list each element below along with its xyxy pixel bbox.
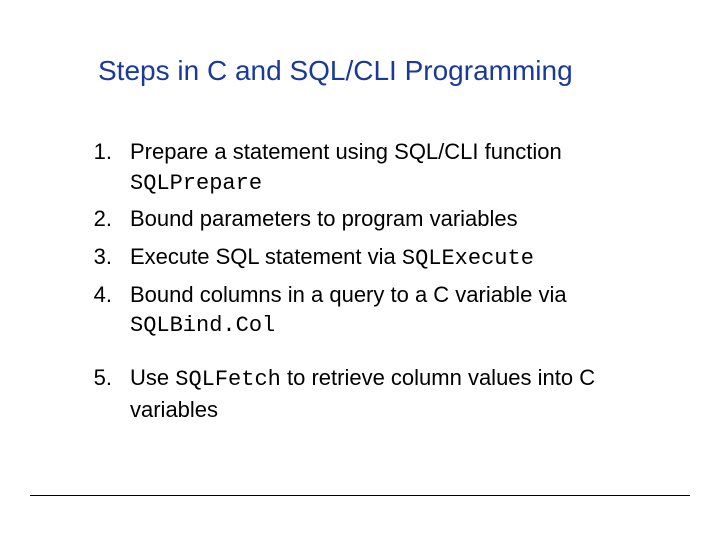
item-number: 3. bbox=[70, 242, 130, 274]
slide-title: Steps in C and SQL/CLI Programming bbox=[98, 55, 680, 87]
list-item: 1. Prepare a statement using SQL/CLI fun… bbox=[70, 137, 680, 198]
list-item: 5. Use SQLFetch to retrieve column value… bbox=[70, 363, 680, 424]
item-number: 2. bbox=[70, 204, 130, 236]
text-pre: Bound parameters to program variables bbox=[130, 206, 518, 231]
list-item: 4. Bound columns in a query to a C varia… bbox=[70, 280, 680, 341]
code-text: SQLBind.Col bbox=[130, 313, 275, 338]
text-pre: Prepare a statement using SQL/CLI functi… bbox=[130, 139, 562, 164]
item-number: 4. bbox=[70, 280, 130, 341]
list-item: 3. Execute SQL statement via SQLExecute bbox=[70, 242, 680, 274]
code-text: SQLExecute bbox=[402, 246, 534, 271]
text-pre: Use bbox=[130, 365, 175, 390]
item-text: Bound parameters to program variables bbox=[130, 204, 680, 236]
item-text: Prepare a statement using SQL/CLI functi… bbox=[130, 137, 680, 198]
item-number: 1. bbox=[70, 137, 130, 198]
list-item: 2. Bound parameters to program variables bbox=[70, 204, 680, 236]
slide: Steps in C and SQL/CLI Programming 1. Pr… bbox=[0, 0, 720, 540]
item-text: Use SQLFetch to retrieve column values i… bbox=[130, 363, 680, 424]
item-text: Bound columns in a query to a C variable… bbox=[130, 280, 680, 341]
horizontal-rule bbox=[30, 495, 690, 496]
step-list: 1. Prepare a statement using SQL/CLI fun… bbox=[70, 137, 680, 425]
code-text: SQLPrepare bbox=[130, 171, 262, 196]
item-text: Execute SQL statement via SQLExecute bbox=[130, 242, 680, 274]
spacer bbox=[70, 347, 680, 363]
text-pre: Execute SQL statement via bbox=[130, 244, 402, 269]
code-text: SQLFetch bbox=[175, 367, 281, 392]
item-number: 5. bbox=[70, 363, 130, 424]
text-pre: Bound columns in a query to a C variable… bbox=[130, 282, 567, 307]
